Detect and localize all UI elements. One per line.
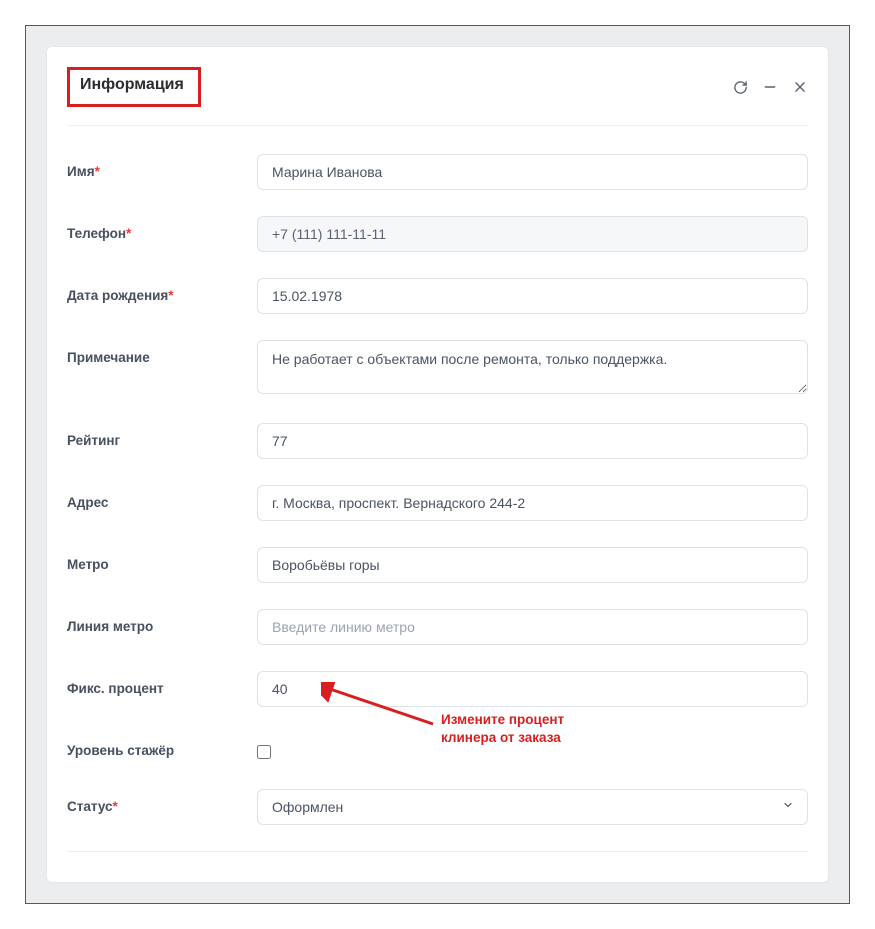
- label-name: Имя*: [67, 154, 257, 179]
- title-highlight-box: Информация: [67, 67, 201, 107]
- note-field[interactable]: [257, 340, 808, 394]
- address-field[interactable]: [257, 485, 808, 521]
- row-fixed-percent: Фикс. процент Измените процент к: [67, 671, 808, 709]
- label-metro: Метро: [67, 547, 257, 572]
- row-status: Статус* Оформлен: [67, 789, 808, 827]
- row-address: Адрес: [67, 485, 808, 523]
- label-fixed-percent: Фикс. процент: [67, 671, 257, 696]
- label-metro-line: Линия метро: [67, 609, 257, 634]
- label-status: Статус*: [67, 789, 257, 814]
- bottom-divider: [67, 851, 808, 852]
- fixed-percent-field[interactable]: [257, 671, 808, 707]
- row-name: Имя*: [67, 154, 808, 192]
- label-phone: Телефон*: [67, 216, 257, 241]
- row-metro: Метро: [67, 547, 808, 585]
- row-metro-line: Линия метро: [67, 609, 808, 647]
- label-trainee: Уровень стажёр: [67, 733, 257, 758]
- row-note: Примечание: [67, 340, 808, 399]
- rating-field[interactable]: [257, 423, 808, 459]
- close-icon[interactable]: [792, 79, 808, 95]
- panel-title: Информация: [80, 76, 184, 93]
- status-select[interactable]: Оформлен: [257, 789, 808, 825]
- label-address: Адрес: [67, 485, 257, 510]
- label-dob: Дата рождения*: [67, 278, 257, 303]
- row-trainee: Уровень стажёр: [67, 733, 808, 771]
- row-dob: Дата рождения*: [67, 278, 808, 316]
- metro-line-field[interactable]: [257, 609, 808, 645]
- metro-field[interactable]: [257, 547, 808, 583]
- refresh-icon[interactable]: [732, 79, 748, 95]
- label-note: Примечание: [67, 340, 257, 365]
- dob-field[interactable]: [257, 278, 808, 314]
- outer-frame: Информация Имя* Телефон*: [25, 25, 850, 904]
- info-card: Информация Имя* Телефон*: [46, 46, 829, 883]
- trainee-checkbox[interactable]: [257, 745, 271, 759]
- row-rating: Рейтинг: [67, 423, 808, 461]
- phone-field[interactable]: [257, 216, 808, 252]
- row-phone: Телефон*: [67, 216, 808, 254]
- card-header: Информация: [67, 67, 808, 126]
- card-actions: [732, 79, 808, 95]
- minimize-icon[interactable]: [762, 79, 778, 95]
- name-field[interactable]: [257, 154, 808, 190]
- label-rating: Рейтинг: [67, 423, 257, 448]
